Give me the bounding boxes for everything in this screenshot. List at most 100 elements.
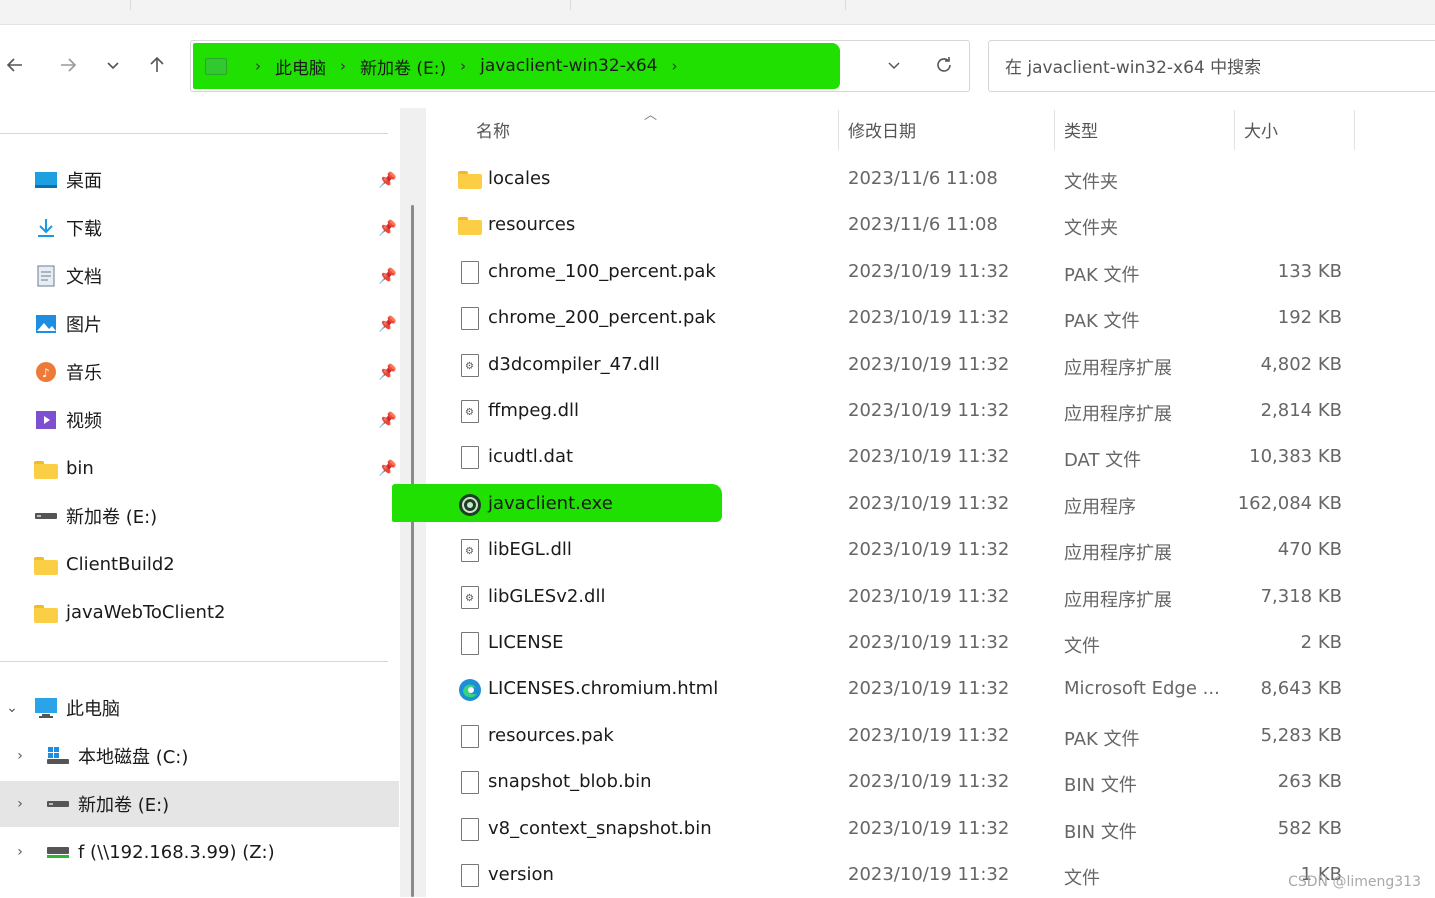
chevron-right-icon[interactable]: ›: [10, 796, 30, 812]
computer-icon: [34, 697, 58, 719]
nav-item-music[interactable]: ♪ 音乐 📌: [0, 349, 400, 395]
chevron-right-icon[interactable]: ›: [255, 57, 261, 75]
file-date: 2023/10/19 11:32: [848, 539, 1010, 561]
file-row[interactable]: v8_context_snapshot.bin 2023/10/19 11:32 B…: [426, 806, 1435, 852]
breadcrumb-this-pc[interactable]: 此电脑: [275, 54, 326, 79]
nav-item-downloads[interactable]: 下载 📌: [0, 205, 400, 251]
address-history-button[interactable]: [884, 50, 904, 80]
nav-item-label: 下载: [66, 219, 102, 240]
pin-icon[interactable]: 📌: [378, 459, 397, 477]
file-name: resources: [488, 214, 576, 236]
column-divider[interactable]: [1054, 110, 1055, 150]
file-size: 7,318 KB: [1260, 585, 1342, 607]
pin-icon[interactable]: 📌: [378, 363, 397, 381]
nav-item-drive-e[interactable]: › 新加卷 (E:): [0, 781, 399, 827]
file-name: LICENSE: [488, 632, 564, 653]
file-row[interactable]: ⚙ libGLESv2.dll 2023/10/19 11:32 应用程序扩展 7,31…: [426, 574, 1435, 620]
arrow-up-icon: [150, 56, 164, 72]
nav-item-this-pc[interactable]: ⌄ 此电脑: [0, 685, 400, 731]
file-name: snapshot_blob.bin: [488, 771, 652, 793]
nav-item-label: 新加卷 (E:): [66, 507, 158, 528]
file-type: BIN 文件: [1064, 775, 1137, 797]
column-divider[interactable]: [1354, 110, 1355, 150]
breadcrumb-drive-e[interactable]: 新加卷 (E:): [360, 54, 446, 79]
file-row[interactable]: resources 2023/11/6 11:08 文件夹: [426, 202, 1435, 248]
up-button[interactable]: [142, 50, 172, 80]
file-type: PAK 文件: [1064, 311, 1140, 333]
address-bar[interactable]: › 此电脑 › 新加卷 (E:) › javaclient-win32-x64 …: [190, 40, 970, 92]
file-row[interactable]: LICENSE 2023/10/19 11:32 文件 2 KB: [426, 620, 1435, 666]
nav-item-clientbuild2[interactable]: ClientBuild2: [0, 541, 400, 587]
file-row[interactable]: LICENSES.chromium.html 2023/10/19 11:32 Mi…: [426, 666, 1435, 712]
chevron-right-icon[interactable]: ›: [10, 748, 30, 764]
file-name: d3dcompiler_47.dll: [488, 353, 660, 375]
system-drive-icon: [46, 745, 70, 767]
nav-item-javawebtoclient2[interactable]: javaWebToClient2: [0, 589, 400, 635]
nav-item-label: 文档: [66, 267, 102, 288]
file-type: Microsoft Edge ...: [1064, 678, 1220, 700]
column-header-size[interactable]: 大小: [1244, 106, 1278, 152]
back-button[interactable]: [0, 50, 30, 80]
column-header-type[interactable]: 类型: [1064, 106, 1098, 152]
file-type: 应用程序扩展: [1064, 404, 1172, 425]
file-type: 应用程序扩展: [1064, 357, 1172, 379]
file-size: 5,283 KB: [1260, 724, 1342, 746]
file-row[interactable]: ⚙ ffmpeg.dll 2023/10/19 11:32 应用程序扩展 2,814 K…: [426, 388, 1435, 434]
column-divider[interactable]: [1234, 110, 1235, 150]
dll-icon: ⚙: [458, 539, 482, 563]
chevron-down-icon: [888, 62, 900, 70]
search-box[interactable]: [988, 40, 1435, 92]
nav-item-pictures[interactable]: 图片 📌: [0, 301, 400, 347]
nav-item-label: f (\\192.168.3.99) (Z:): [78, 841, 275, 863]
pin-icon[interactable]: 📌: [378, 315, 397, 333]
column-header-modified[interactable]: 修改日期: [848, 106, 916, 152]
folder-icon: [458, 214, 482, 238]
chevron-right-icon[interactable]: ›: [340, 57, 346, 75]
file-row[interactable]: locales 2023/11/6 11:08 文件夹: [426, 156, 1435, 202]
nav-item-drive-c[interactable]: › 本地磁盘 (C:): [0, 733, 400, 779]
file-row[interactable]: ⚙ d3dcompiler_47.dll 2023/10/19 11:32 应用程序扩…: [426, 342, 1435, 388]
nav-item-drive-e-quick[interactable]: 新加卷 (E:): [0, 493, 400, 539]
chevron-right-icon[interactable]: ›: [460, 57, 466, 75]
pin-icon[interactable]: 📌: [378, 411, 397, 429]
nav-item-bin[interactable]: bin 📌: [0, 445, 400, 491]
nav-item-drive-z[interactable]: › f (\\192.168.3.99) (Z:): [0, 829, 400, 875]
file-name: chrome_200_percent.pak: [488, 307, 716, 329]
file-row[interactable]: chrome_100_percent.pak 2023/10/19 11:32 PA…: [426, 249, 1435, 295]
chevron-right-icon[interactable]: ›: [671, 57, 677, 75]
nav-item-videos[interactable]: 视频 📌: [0, 397, 400, 443]
pin-icon[interactable]: 📌: [378, 171, 397, 189]
breadcrumb: › 此电脑 › 新加卷 (E:) › javaclient-win32-x64 …: [205, 41, 691, 91]
dll-icon: ⚙: [458, 400, 482, 424]
pin-icon[interactable]: 📌: [378, 267, 397, 285]
search-input[interactable]: [1003, 55, 1427, 81]
nav-divider: [0, 133, 388, 134]
column-header-name[interactable]: 名称: [476, 106, 510, 152]
nav-item-label: 本地磁盘 (C:): [78, 747, 189, 768]
pin-icon[interactable]: 📌: [378, 219, 397, 237]
file-size: 582 KB: [1277, 817, 1342, 839]
file-row[interactable]: version 2023/10/19 11:32 文件 1 KB: [426, 852, 1435, 898]
file-row[interactable]: resources.pak 2023/10/19 11:32 PAK 文件 5,283…: [426, 713, 1435, 759]
folder-icon: [34, 601, 58, 623]
breadcrumb-current-folder[interactable]: javaclient-win32-x64: [480, 56, 657, 76]
recent-locations-button[interactable]: [98, 50, 128, 80]
refresh-button[interactable]: [930, 50, 958, 80]
chevron-down-icon[interactable]: ⌄: [2, 700, 22, 716]
nav-scrollbar[interactable]: [411, 205, 414, 897]
nav-item-documents[interactable]: 文档 📌: [0, 253, 400, 299]
file-row[interactable]: javaclient.exe 2023/10/19 11:32 应用程序 162,08…: [426, 481, 1435, 527]
file-row[interactable]: snapshot_blob.bin 2023/10/19 11:32 BIN 文件 2…: [426, 759, 1435, 805]
nav-divider: [0, 661, 388, 662]
nav-item-label: bin: [66, 457, 94, 479]
file-icon: [458, 260, 482, 285]
chevron-right-icon[interactable]: ›: [10, 844, 30, 860]
nav-item-desktop[interactable]: 桌面 📌: [0, 157, 400, 203]
column-divider[interactable]: [838, 110, 839, 150]
file-type: 应用程序扩展: [1064, 543, 1172, 565]
file-row[interactable]: chrome_200_percent.pak 2023/10/19 11:32 PA…: [426, 295, 1435, 341]
file-row[interactable]: icudtl.dat 2023/10/19 11:32 DAT 文件 10,383 K…: [426, 434, 1435, 480]
desktop-icon: [34, 169, 58, 191]
file-row[interactable]: ⚙ libEGL.dll 2023/10/19 11:32 应用程序扩展 470 KB: [426, 527, 1435, 573]
forward-button[interactable]: [53, 50, 83, 80]
